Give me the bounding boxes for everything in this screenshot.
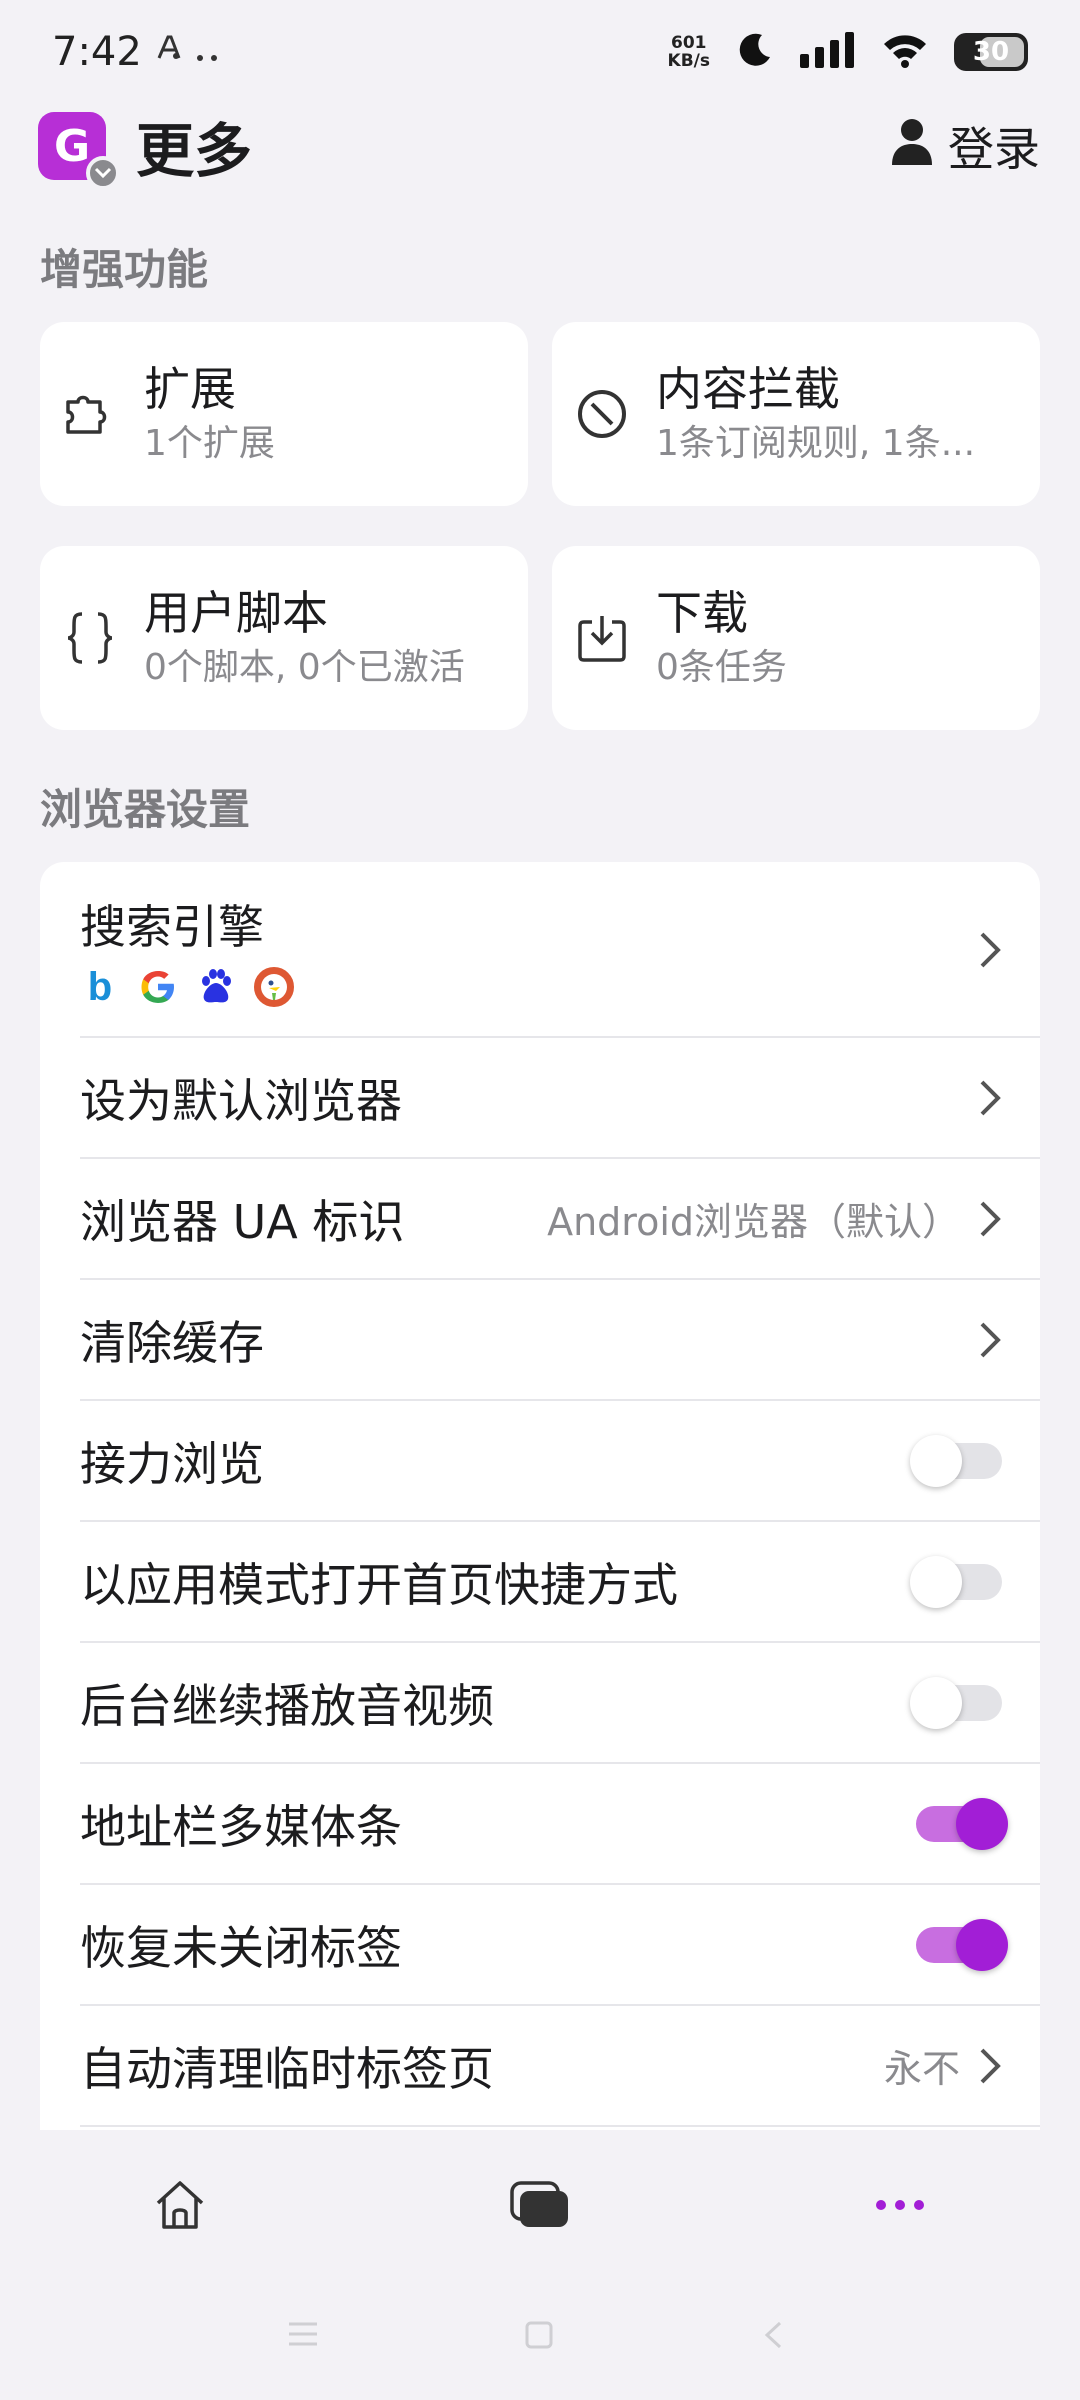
row-label: 搜索引擎 bbox=[80, 900, 264, 954]
background-play-toggle[interactable] bbox=[910, 1676, 1002, 1729]
net-speed-value: 601 bbox=[671, 33, 707, 53]
card-title: 内容拦截 bbox=[656, 362, 840, 416]
chevron-right-icon bbox=[980, 1080, 1001, 1115]
nav-more-button[interactable] bbox=[860, 2170, 940, 2240]
extension-icon bbox=[62, 386, 118, 442]
net-speed: 601 KB/s bbox=[668, 34, 710, 70]
duckduckgo-icon bbox=[254, 967, 294, 1007]
status-time-group: 7:42 bbox=[52, 29, 220, 75]
card-subtitle: 0条任务 bbox=[656, 647, 787, 688]
card-subtitle: 0个脚本, 0个已激活 bbox=[144, 647, 465, 688]
row-label: 清除缓存 bbox=[80, 1315, 264, 1370]
page-title: 更多 bbox=[136, 117, 253, 185]
more-notifications-icon bbox=[196, 35, 220, 70]
net-speed-unit: KB/s bbox=[667, 51, 710, 71]
settings-row-restore-tabs: 恢复未关闭标签 bbox=[80, 1885, 1040, 2006]
row-label: 浏览器 UA 标识 bbox=[80, 1194, 405, 1249]
more-dots-icon bbox=[876, 2200, 924, 2210]
chevron-right-icon bbox=[980, 1322, 1001, 1357]
battery-level: 30 bbox=[972, 37, 1010, 67]
settings-row-default-browser[interactable]: 设为默认浏览器 bbox=[80, 1038, 1040, 1159]
status-time: 7:42 bbox=[52, 29, 142, 75]
row-label: 设为默认浏览器 bbox=[80, 1073, 402, 1128]
wifi-icon bbox=[882, 32, 928, 72]
bottom-nav bbox=[0, 2130, 1080, 2280]
settings-row-search-engine[interactable]: 搜索引擎 b bbox=[80, 862, 1040, 1038]
user-icon bbox=[890, 117, 934, 176]
braces-icon bbox=[62, 610, 118, 666]
status-icons: 601 KB/s 30 bbox=[668, 31, 1028, 73]
settings-row-clear-cache[interactable]: 清除缓存 bbox=[80, 1280, 1040, 1401]
menu-icon[interactable] bbox=[286, 2320, 320, 2352]
status-bar: 7:42 601 KB/s 30 bbox=[0, 0, 1080, 104]
tabs-icon bbox=[510, 2181, 568, 2227]
search-engine-icons: b bbox=[80, 965, 294, 1009]
card-extensions[interactable]: 扩展 1个扩展 bbox=[40, 322, 528, 506]
moon-icon bbox=[736, 31, 774, 73]
relay-browsing-toggle[interactable] bbox=[910, 1434, 1002, 1487]
settings-row-auto-clean-temp-tabs[interactable]: 自动清理临时标签页 永不 bbox=[80, 2006, 1040, 2127]
card-content-blocking[interactable]: 内容拦截 1条订阅规则, 1条... bbox=[552, 322, 1040, 506]
google-icon bbox=[138, 967, 178, 1007]
login-button[interactable]: 登录 bbox=[890, 113, 1040, 179]
battery-icon: 30 bbox=[954, 33, 1028, 71]
chevron-down-icon bbox=[86, 156, 120, 190]
nav-tabs-button[interactable] bbox=[500, 2170, 580, 2240]
block-icon bbox=[574, 386, 630, 442]
settings-row-background-play: 后台继续播放音视频 bbox=[80, 1643, 1040, 1764]
header: G 更多 登录 bbox=[38, 108, 1040, 190]
row-value: 永不 bbox=[883, 2047, 960, 2091]
settings-row-ua[interactable]: 浏览器 UA 标识 Android浏览器（默认） bbox=[80, 1159, 1040, 1280]
row-label: 后台继续播放音视频 bbox=[80, 1678, 494, 1733]
row-label: 以应用模式打开首页快捷方式 bbox=[80, 1557, 678, 1612]
media-bar-toggle[interactable] bbox=[916, 1797, 1008, 1850]
square-icon[interactable] bbox=[524, 2320, 554, 2354]
settings-row-relay-browsing: 接力浏览 bbox=[80, 1401, 1040, 1522]
chevron-right-icon bbox=[980, 2048, 1001, 2083]
row-label: 地址栏多媒体条 bbox=[80, 1799, 402, 1854]
download-icon bbox=[574, 610, 630, 666]
settings-row-media-bar: 地址栏多媒体条 bbox=[80, 1764, 1040, 1885]
settings-list: 搜索引擎 b 设为默认浏览器 浏览器 UA 标识 Android浏览器（默认） … bbox=[40, 862, 1040, 2130]
bing-icon: b bbox=[80, 965, 120, 1009]
chevron-right-icon bbox=[980, 932, 1001, 968]
signal-icon bbox=[800, 32, 856, 72]
card-downloads[interactable]: 下载 0条任务 bbox=[552, 546, 1040, 730]
settings-row-app-mode-shortcut: 以应用模式打开首页快捷方式 bbox=[80, 1522, 1040, 1643]
app-mode-shortcut-toggle[interactable] bbox=[910, 1555, 1002, 1608]
restore-tabs-toggle[interactable] bbox=[916, 1918, 1008, 1971]
back-icon[interactable] bbox=[762, 2320, 784, 2354]
card-user-scripts[interactable]: 用户脚本 0个脚本, 0个已激活 bbox=[40, 546, 528, 730]
row-value: Android浏览器（默认） bbox=[547, 1200, 960, 1244]
row-label: 恢复未关闭标签 bbox=[80, 1920, 402, 1975]
row-label: 自动清理临时标签页 bbox=[80, 2041, 494, 2096]
baidu-icon bbox=[196, 967, 236, 1007]
avatar[interactable]: G bbox=[38, 112, 120, 190]
card-subtitle: 1个扩展 bbox=[144, 423, 275, 464]
chevron-right-icon bbox=[980, 1201, 1001, 1236]
nav-home-button[interactable] bbox=[140, 2170, 220, 2240]
font-a-icon bbox=[156, 34, 182, 70]
row-label: 接力浏览 bbox=[80, 1436, 264, 1491]
section-title-enhanced: 增强功能 bbox=[40, 245, 209, 294]
home-icon bbox=[156, 2181, 204, 2229]
card-title: 用户脚本 bbox=[144, 586, 328, 640]
section-title-browser-settings: 浏览器设置 bbox=[40, 785, 251, 834]
system-nav-bar bbox=[0, 2290, 1080, 2380]
card-subtitle: 1条订阅规则, 1条... bbox=[656, 423, 976, 464]
login-label: 登录 bbox=[948, 122, 1040, 176]
card-title: 下载 bbox=[656, 586, 748, 640]
avatar-letter: G bbox=[53, 120, 91, 172]
card-title: 扩展 bbox=[144, 362, 236, 416]
